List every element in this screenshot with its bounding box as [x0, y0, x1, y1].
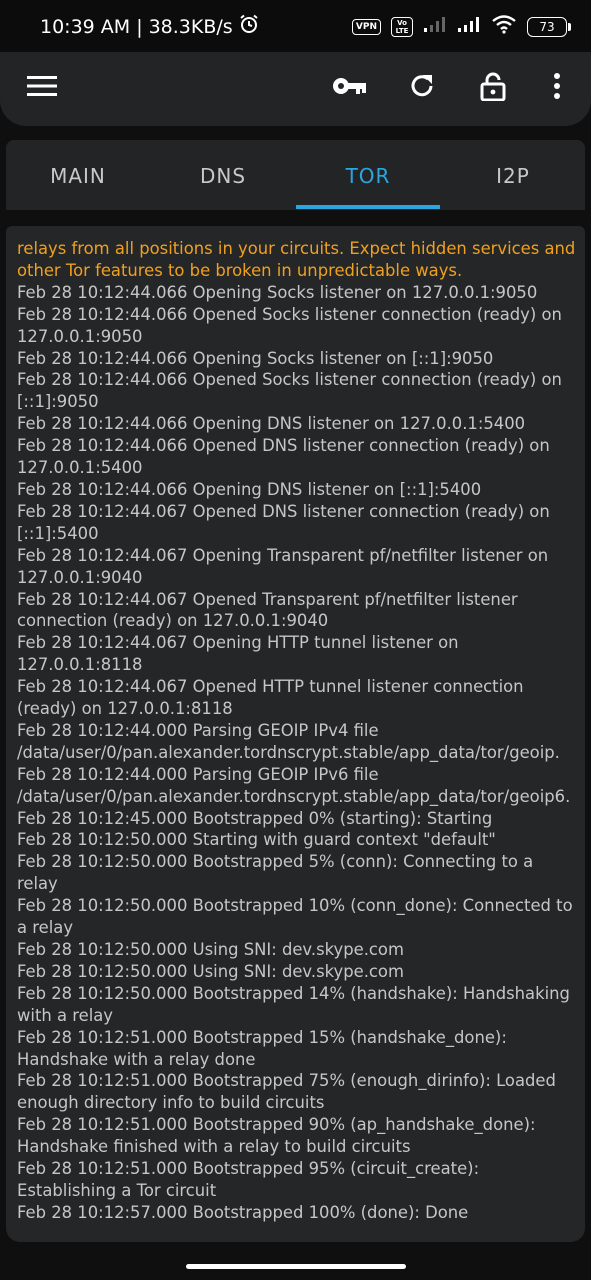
log-line: Feb 28 10:12:44.066 Opening Socks listen…	[17, 348, 494, 368]
vpn-badge: VPN	[351, 18, 381, 35]
log-warning: relays from all positions in your circui…	[17, 239, 576, 280]
status-right: VPN Vo LTE 73	[351, 14, 571, 39]
log-line: Feb 28 10:12:44.067 Opening HTTP tunnel …	[17, 633, 459, 675]
log-line: Feb 28 10:12:50.000 Using SNI: dev.skype…	[17, 940, 404, 959]
log-line: Feb 28 10:12:44.066 Opening Socks listen…	[17, 282, 538, 302]
log-line: Feb 28 10:12:45.000 Bootstrapped 0% (sta…	[17, 808, 493, 828]
gesture-nav-handle[interactable]	[186, 1264, 406, 1269]
lock-button[interactable]	[471, 66, 515, 110]
tab-i2p[interactable]: I2P	[441, 140, 585, 210]
log-line: Feb 28 10:12:44.067 Opened DNS listener …	[17, 501, 550, 543]
log-line: Feb 28 10:12:50.000 Bootstrapped 14% (ha…	[17, 983, 570, 1025]
status-bar: 10:39 AM | 38.3KB/s VPN Vo LTE 73	[0, 0, 591, 52]
log-line: Feb 28 10:12:44.067 Opening Transparent …	[17, 545, 549, 587]
log-line: Feb 28 10:12:51.000 Bootstrapped 15% (ha…	[17, 1027, 507, 1069]
battery-tip	[568, 22, 571, 31]
app-toolbar	[0, 52, 591, 126]
battery-level: 73	[527, 16, 567, 37]
refresh-button[interactable]	[400, 66, 444, 110]
key-icon	[332, 74, 368, 102]
alarm-icon	[239, 14, 259, 39]
active-tab-indicator	[296, 205, 440, 209]
volte-badge: Vo LTE	[391, 16, 413, 37]
status-time: 10:39 AM	[40, 15, 131, 38]
log-line: Feb 28 10:12:44.066 Opening DNS listener…	[17, 414, 526, 434]
status-left: 10:39 AM | 38.3KB/s	[40, 14, 259, 39]
lock-icon	[480, 71, 506, 105]
tab-tor[interactable]: TOR	[296, 140, 440, 210]
tor-log-text: relays from all positions in your circui…	[17, 238, 577, 1224]
log-line: Feb 28 10:12:51.000 Bootstrapped 75% (en…	[17, 1071, 556, 1113]
more-vert-icon	[553, 72, 561, 104]
log-line: Feb 28 10:12:44.066 Opened Socks listene…	[17, 370, 562, 412]
status-net-speed: 38.3KB/s	[148, 15, 233, 38]
log-line: Feb 28 10:12:50.000 Bootstrapped 5% (con…	[17, 852, 534, 894]
log-line: Feb 28 10:12:44.067 Opened HTTP tunnel l…	[17, 677, 524, 719]
menu-icon	[27, 74, 57, 102]
signal-weak-icon	[423, 15, 447, 38]
status-separator: |	[136, 15, 143, 38]
log-line: Feb 28 10:12:51.000 Bootstrapped 95% (ci…	[17, 1159, 480, 1200]
log-line: Feb 28 10:12:44.000 Parsing GEOIP IPv4 f…	[17, 720, 560, 762]
log-line: Feb 28 10:12:50.000 Starting with guard …	[17, 830, 496, 850]
signal-strong-icon	[457, 15, 481, 38]
log-line: Feb 28 10:12:44.067 Opened Transparent p…	[17, 589, 518, 631]
menu-button[interactable]	[20, 66, 64, 110]
log-line: Feb 28 10:12:44.066 Opened Socks listene…	[17, 304, 562, 346]
refresh-icon	[408, 72, 436, 104]
key-button[interactable]	[328, 66, 372, 110]
log-line: Feb 28 10:12:51.000 Bootstrapped 90% (ap…	[17, 1115, 536, 1157]
tab-main[interactable]: MAIN	[6, 140, 150, 210]
wifi-icon	[491, 14, 517, 39]
log-line: Feb 28 10:12:44.000 Parsing GEOIP IPv6 f…	[17, 764, 571, 806]
more-options-button[interactable]	[535, 66, 579, 110]
log-line: Feb 28 10:12:50.000 Using SNI: dev.skype…	[17, 961, 404, 981]
log-line: Feb 28 10:12:44.066 Opened DNS listener …	[17, 436, 550, 478]
log-line: Feb 28 10:12:44.066 Opening DNS listener…	[17, 479, 482, 499]
tor-log-panel[interactable]: relays from all positions in your circui…	[6, 226, 585, 1242]
log-line: Feb 28 10:12:50.000 Bootstrapped 10% (co…	[17, 896, 573, 938]
battery-indicator: 73	[527, 16, 571, 37]
tab-dns[interactable]: DNS	[151, 140, 295, 210]
tab-bar: MAIN DNS TOR I2P	[6, 140, 585, 210]
log-lines: Feb 28 10:12:44.066 Opening Socks listen…	[17, 282, 577, 1224]
log-line: Feb 28 10:12:57.000 Bootstrapped 100% (d…	[17, 1202, 469, 1222]
